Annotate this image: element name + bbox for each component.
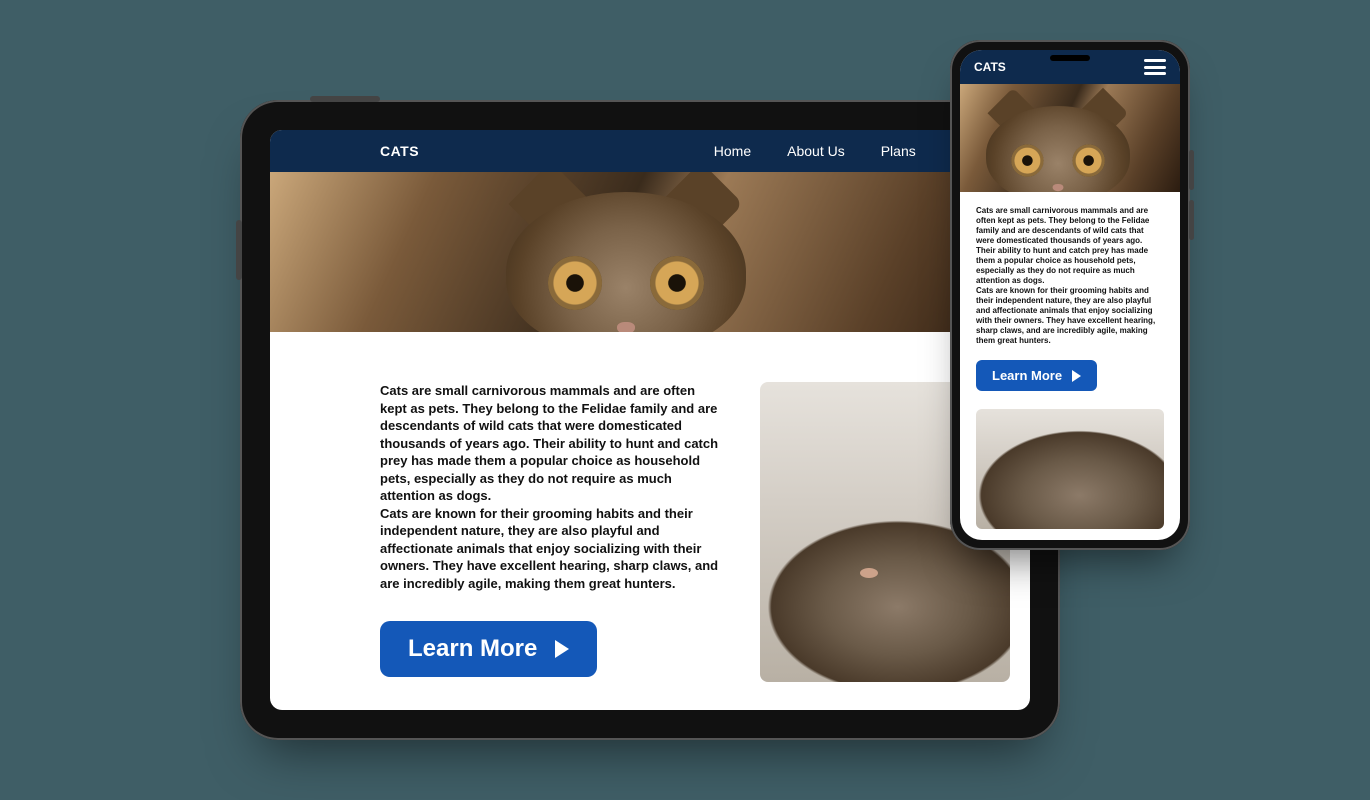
phone-camera-cutout <box>1050 55 1090 61</box>
paragraph-1-mobile: Cats are small carnivorous mammals and a… <box>976 206 1164 286</box>
nav-link-about[interactable]: About Us <box>787 143 845 159</box>
hero-image <box>270 172 1030 332</box>
brand-logo[interactable]: CATS <box>380 143 419 159</box>
nav-link-plans[interactable]: Plans <box>881 143 916 159</box>
paragraph-2: Cats are known for their grooming habits… <box>380 505 720 593</box>
tablet-screen: CATS Home About Us Plans Contact Cats ar… <box>270 130 1030 710</box>
phone-device-frame: CATS Cats are small carnivorous mammals … <box>950 40 1190 550</box>
play-icon <box>555 640 569 658</box>
learn-more-label-mobile: Learn More <box>992 368 1062 383</box>
hamburger-icon[interactable] <box>1144 59 1166 75</box>
tablet-volume-button <box>236 220 242 280</box>
phone-side-button-1 <box>1189 150 1194 190</box>
paragraph-2-mobile: Cats are known for their grooming habits… <box>976 286 1164 346</box>
paragraph-1: Cats are small carnivorous mammals and a… <box>380 382 720 505</box>
cat-face-graphic <box>506 192 746 332</box>
content-text: Cats are small carnivorous mammals and a… <box>380 382 720 682</box>
play-icon-mobile <box>1072 370 1081 382</box>
cat-face-graphic-mobile <box>986 106 1130 192</box>
nav-link-home[interactable]: Home <box>714 143 751 159</box>
learn-more-button-mobile[interactable]: Learn More <box>976 360 1097 391</box>
brand-logo-mobile[interactable]: CATS <box>974 60 1006 74</box>
hero-image-mobile <box>960 84 1180 192</box>
tablet-device-frame: CATS Home About Us Plans Contact Cats ar… <box>240 100 1060 740</box>
phone-screen: CATS Cats are small carnivorous mammals … <box>960 50 1180 540</box>
tablet-power-button <box>310 96 380 102</box>
phone-side-button-2 <box>1189 200 1194 240</box>
content-side-image-mobile <box>976 409 1164 529</box>
navbar: CATS Home About Us Plans Contact <box>270 130 1030 172</box>
learn-more-label: Learn More <box>408 635 537 663</box>
learn-more-button[interactable]: Learn More <box>380 621 597 677</box>
navbar-mobile: CATS <box>960 50 1180 84</box>
content-section: Cats are small carnivorous mammals and a… <box>270 332 1030 682</box>
content-section-mobile: Cats are small carnivorous mammals and a… <box>960 192 1180 540</box>
